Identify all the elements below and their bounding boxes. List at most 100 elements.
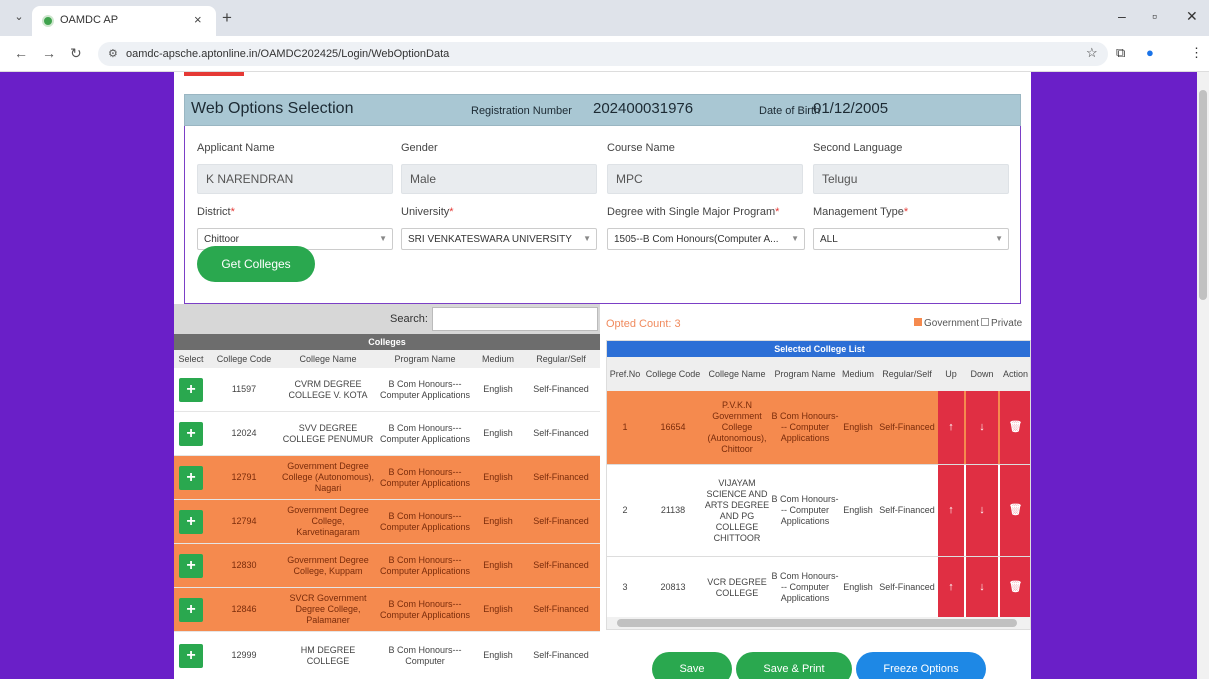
- browser-tab[interactable]: OAMDC AP ×: [32, 6, 216, 36]
- page-scrollbar[interactable]: [1197, 72, 1209, 679]
- sel-name-header: College Name: [708, 369, 766, 379]
- move-down-button[interactable]: ↓: [966, 465, 998, 556]
- college-code-cell: 12791: [231, 472, 257, 482]
- get-colleges-button[interactable]: Get Colleges: [197, 246, 315, 282]
- browser-toolbar: ← → ↻ ⚙ oamdc-apsche.aptonline.in/OAMDC2…: [0, 36, 1209, 72]
- district-label: District*: [197, 206, 235, 218]
- restore-icon[interactable]: ▫: [1152, 8, 1157, 24]
- selected-hscroll-thumb[interactable]: [617, 619, 1017, 627]
- move-down-button[interactable]: ↓: [966, 391, 998, 464]
- move-up-button[interactable]: ↑: [938, 391, 964, 464]
- favicon-icon: [42, 15, 54, 27]
- delete-button[interactable]: 🗑: [1000, 557, 1030, 618]
- selected-program-cell: B Com Honours--- Computer Applications: [771, 411, 839, 443]
- college-type-cell: Self-Financed: [533, 560, 589, 570]
- delete-button[interactable]: 🗑: [1000, 391, 1030, 464]
- bookmark-star-icon[interactable]: ☆: [1086, 45, 1098, 61]
- save-print-button[interactable]: Save & Print: [736, 652, 852, 679]
- move-down-button[interactable]: ↓: [966, 557, 998, 618]
- table-row: 2 21138 VIJAYAM SCIENCE AND ARTS DEGREE AN…: [607, 465, 1030, 557]
- sel-code-header: College Code: [645, 369, 701, 379]
- add-college-button[interactable]: +: [179, 377, 203, 402]
- add-college-button[interactable]: +: [179, 421, 203, 446]
- delete-button-cell: 🗑: [999, 557, 1030, 618]
- table-row: +12794 Government Degree College, Karveti…: [174, 500, 600, 544]
- search-input[interactable]: [432, 307, 598, 331]
- college-name-cell: Government Degree College, Karvetinagara…: [287, 505, 369, 537]
- table-row: +12791 Government Degree College (Autonom…: [174, 456, 600, 500]
- tab-search-chevron-icon[interactable]: ⌄: [10, 10, 28, 26]
- selected-medium-cell: English: [843, 422, 873, 432]
- college-medium-cell: English: [483, 650, 513, 660]
- colleges-title: Colleges: [174, 334, 600, 350]
- close-window-icon[interactable]: ✕: [1186, 8, 1198, 25]
- col-program-header: Program Name: [394, 354, 456, 364]
- site-info-icon[interactable]: ⚙: [108, 47, 118, 60]
- col-select-header: Select: [178, 354, 204, 364]
- management-label: Management Type*: [813, 206, 909, 218]
- table-row: 3 20813 VCR DEGREE COLLEGE B Com Honours---…: [607, 557, 1030, 619]
- col-name-header: College Name: [299, 354, 357, 364]
- selected-pref-cell: 1: [622, 422, 628, 432]
- degree-select[interactable]: 1505--B Com Honours(Computer A... ▼: [607, 228, 805, 250]
- extensions-icon[interactable]: ⧉: [1116, 45, 1125, 61]
- college-name-cell: HM DEGREE COLLEGE: [300, 644, 356, 666]
- college-code-cell: 12846: [231, 604, 257, 614]
- selected-college-table: Selected College List Pref.No College Co…: [606, 340, 1031, 630]
- selected-hscrollbar[interactable]: [607, 617, 1030, 629]
- college-name-cell: SVV DEGREE COLLEGE PENUMUR: [282, 422, 374, 444]
- move-up-button-cell: ↑: [937, 465, 965, 556]
- back-arrow-icon[interactable]: ←: [14, 45, 28, 61]
- college-program-cell: B Com Honours--- Computer Applications: [379, 510, 471, 532]
- page-scroll-thumb[interactable]: [1199, 90, 1207, 300]
- course-label: Course Name: [607, 142, 675, 154]
- new-tab-icon[interactable]: +: [222, 8, 232, 28]
- selected-pref-cell: 3: [622, 582, 628, 592]
- add-college-button[interactable]: +: [179, 643, 203, 668]
- table-row: +12999 HM DEGREE COLLEGE B Com Honours--- …: [174, 632, 600, 679]
- tab-title: OAMDC AP: [60, 14, 119, 26]
- move-up-button-cell: ↑: [937, 557, 965, 618]
- legend-private: Private: [991, 318, 1023, 329]
- selected-name-cell: VIJAYAM SCIENCE AND ARTS DEGREE AND PG C…: [704, 477, 770, 543]
- add-college-button[interactable]: +: [179, 553, 203, 578]
- add-college-button[interactable]: +: [179, 509, 203, 534]
- reload-icon[interactable]: ↻: [70, 45, 82, 62]
- select-cell: +: [174, 544, 208, 587]
- delete-button[interactable]: 🗑: [1000, 465, 1030, 556]
- selected-program-cell: B Com Honours--- Computer Applications: [771, 494, 839, 526]
- degree-label: Degree with Single Major Program*: [607, 206, 780, 218]
- college-name-cell: Government Degree College (Autonomous), …: [281, 461, 375, 493]
- table-row: +12830 Government Degree College, Kuppam B…: [174, 544, 600, 588]
- college-code-cell: 12794: [231, 516, 257, 526]
- move-up-button[interactable]: ↑: [938, 557, 964, 618]
- college-name-cell: Government Degree College, Kuppam: [287, 554, 369, 576]
- management-select[interactable]: ALL ▼: [813, 228, 1009, 250]
- private-swatch: [981, 318, 990, 326]
- applicant-name-label: Applicant Name: [197, 142, 275, 154]
- profile-icon[interactable]: ●: [1146, 45, 1154, 60]
- freeze-options-button[interactable]: Freeze Options: [856, 652, 986, 679]
- opted-count: Opted Count: 3: [606, 318, 681, 330]
- browser-tab-bar: ⌄ OAMDC AP × + – ▫ ✕: [0, 0, 1209, 36]
- registration-label: Registration Number: [471, 105, 572, 117]
- college-type-cell: Self-Financed: [533, 384, 589, 394]
- kebab-menu-icon[interactable]: ⋮: [1190, 45, 1203, 61]
- add-college-button[interactable]: +: [179, 465, 203, 490]
- college-program-cell: B Com Honours--- Computer Applications: [379, 422, 471, 444]
- search-label: Search:: [390, 313, 428, 325]
- minimize-icon[interactable]: –: [1118, 8, 1126, 24]
- selected-type-cell: Self-Financed: [879, 582, 935, 592]
- address-bar[interactable]: ⚙ oamdc-apsche.aptonline.in/OAMDC202425/…: [98, 42, 1108, 66]
- save-button[interactable]: Save: [652, 652, 732, 679]
- course-field: MPC: [607, 164, 803, 194]
- sel-down-header: Down: [970, 369, 994, 379]
- tab-close-icon[interactable]: ×: [194, 12, 202, 27]
- delete-button-cell: 🗑: [999, 465, 1030, 556]
- university-select[interactable]: SRI VENKATESWARA UNIVERSITY ▼: [401, 228, 597, 250]
- table-row: +12846 SVCR Government Degree College, Pa…: [174, 588, 600, 632]
- applicant-form: Applicant Name Gender Course Name Second…: [184, 126, 1021, 304]
- move-up-button[interactable]: ↑: [938, 465, 964, 556]
- add-college-button[interactable]: +: [179, 597, 203, 622]
- forward-arrow-icon[interactable]: →: [42, 45, 56, 61]
